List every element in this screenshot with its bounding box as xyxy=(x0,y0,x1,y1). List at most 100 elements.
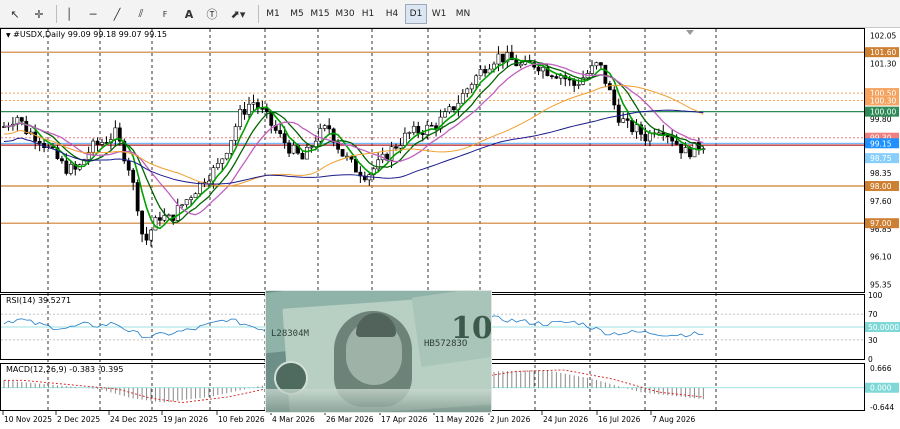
candle-body xyxy=(429,124,434,127)
candle-body xyxy=(625,118,630,121)
candle-body xyxy=(416,125,421,134)
trendline-icon[interactable]: ╱ xyxy=(108,4,126,24)
candle-body xyxy=(518,63,523,67)
candle-body xyxy=(131,169,136,183)
timeframe-m15[interactable]: M15 xyxy=(309,4,331,24)
text-icon[interactable]: A xyxy=(180,4,198,24)
date-axis-label: 11 May 2026 xyxy=(435,415,484,424)
candle-body xyxy=(630,120,634,133)
price-axis-label: 96.10 xyxy=(870,253,892,262)
candle-body xyxy=(215,163,220,168)
candle-body xyxy=(648,132,652,142)
candle-body xyxy=(536,66,541,72)
horizontal-line-icon[interactable]: ─ xyxy=(84,4,102,24)
macd-axis-label: -0.644 xyxy=(870,403,894,412)
candle-body xyxy=(599,62,603,66)
crosshair-icon[interactable]: ✛ xyxy=(30,4,48,24)
candle-body xyxy=(220,158,225,164)
cursor-icon[interactable]: ↖ xyxy=(6,4,24,24)
price-axis-label: 102.05 xyxy=(870,31,896,40)
macd-axis-label: 0.666 xyxy=(870,364,892,373)
candle-body xyxy=(224,153,229,160)
candle-body xyxy=(403,132,407,146)
dollar-banknote-image: 100 L28304M HB57283O xyxy=(265,290,492,413)
candle-body xyxy=(612,89,617,106)
price-axis-label: 95.35 xyxy=(870,281,892,290)
price-tag-label: 100.30 xyxy=(870,97,896,106)
candle-body xyxy=(331,128,336,143)
timeframe-h1[interactable]: H1 xyxy=(357,4,379,24)
candle-body xyxy=(126,160,131,171)
rsi-axis-label: 50.0000 xyxy=(868,323,899,332)
timeframe-h4[interactable]: H4 xyxy=(381,4,403,24)
candle-body xyxy=(665,135,670,138)
candle-body xyxy=(322,125,327,129)
candle-body xyxy=(60,158,64,162)
candle-body xyxy=(37,141,42,144)
date-axis-label: 4 Mar 2026 xyxy=(272,415,315,424)
candle-body xyxy=(447,106,452,113)
candle-body xyxy=(594,62,599,67)
candle-body xyxy=(282,133,287,144)
symbol-info: ▼ #USDX,Daily 99.09 99.18 99.07 99.15 xyxy=(6,30,168,39)
chart-window[interactable]: 102.05101.60101.30100.50100.30100.0099.8… xyxy=(0,28,900,429)
price-axis-label: 97.60 xyxy=(870,197,892,206)
candle-body xyxy=(550,75,554,78)
candle-body xyxy=(607,83,612,91)
price-axis-label: 101.30 xyxy=(870,59,896,68)
candle-body xyxy=(140,210,144,235)
candle-body xyxy=(91,140,95,153)
candle-body xyxy=(541,67,545,72)
date-axis-label: 2 Jun 2026 xyxy=(490,415,531,424)
candle-body xyxy=(19,117,24,122)
candle-body xyxy=(407,132,412,134)
timeframe-d1[interactable]: D1 xyxy=(405,4,427,24)
fibonacci-icon[interactable]: F xyxy=(156,4,174,24)
timeframe-m30[interactable]: M30 xyxy=(334,4,356,24)
candle-body xyxy=(634,124,639,133)
equidistant-channel-icon[interactable]: ⫽ xyxy=(132,4,150,24)
candle-body xyxy=(291,144,296,154)
candle-body xyxy=(318,128,323,142)
date-axis-label: 24 Dec 2025 xyxy=(110,415,158,424)
symbol-ohlc-text: #USDX,Daily 99.09 99.18 99.07 99.15 xyxy=(13,30,168,39)
candle-body xyxy=(443,111,447,118)
rsi-axis-label: 30 xyxy=(868,336,878,345)
candle-body xyxy=(590,65,594,74)
timeframe-w1[interactable]: W1 xyxy=(428,4,450,24)
candle-body xyxy=(683,147,688,154)
candle-body xyxy=(483,69,487,74)
candle-body xyxy=(207,180,211,184)
candle-body xyxy=(158,217,162,221)
candle-body xyxy=(64,160,69,174)
vertical-line-icon[interactable]: │ xyxy=(62,4,76,24)
candle-body xyxy=(411,125,416,133)
timeframe-m1[interactable]: M1 xyxy=(262,4,284,24)
candle-body xyxy=(247,103,251,115)
timeframe-mn[interactable]: MN xyxy=(452,4,474,24)
candle-body xyxy=(287,142,291,154)
price-axis-label: 98.35 xyxy=(870,169,892,178)
candle-body xyxy=(643,134,648,142)
timeframe-m5[interactable]: M5 xyxy=(286,4,308,24)
candle-body xyxy=(278,130,283,134)
candle-body xyxy=(554,76,559,79)
candle-body xyxy=(95,140,100,145)
text-label-icon[interactable]: Ⓣ xyxy=(203,4,221,24)
chart-toolbar: ↖ ✛ │ ─ ╱ ⫽ F A Ⓣ ⬈▾ M1 M5 M15 M30 H1 H4 D1 W1 M… xyxy=(0,0,900,28)
candle-body xyxy=(576,84,581,86)
price-tag-label: 97.00 xyxy=(870,219,892,228)
candle-body xyxy=(603,64,608,84)
candle-body xyxy=(469,84,474,90)
candle-body xyxy=(189,197,193,200)
candle-body xyxy=(478,69,483,77)
candle-body xyxy=(394,146,398,149)
date-axis-label: 17 Apr 2026 xyxy=(381,415,428,424)
price-tag-label: 101.60 xyxy=(870,48,896,57)
candle-body xyxy=(149,229,153,241)
arrows-icon[interactable]: ⬈▾ xyxy=(226,4,250,24)
date-axis-label: 10 Feb 2026 xyxy=(218,415,265,424)
date-axis-label: 26 Mar 2026 xyxy=(326,415,374,424)
candle-body xyxy=(251,102,256,105)
candle-body xyxy=(300,152,305,160)
